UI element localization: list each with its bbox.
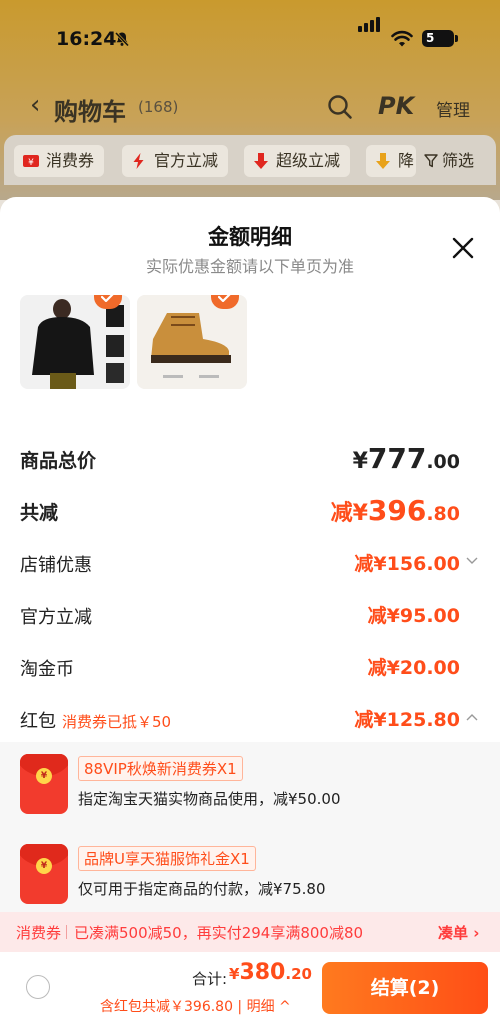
- down-arrow-icon: [254, 153, 268, 169]
- filter-chip-drop[interactable]: 降: [366, 145, 416, 177]
- search-icon[interactable]: [327, 94, 353, 120]
- price-drop-icon: [376, 153, 390, 169]
- redpack-item: ¥ 品牌U享天猫服饰礼金X1 仅可用于指定商品的付款，减¥75.80: [20, 844, 480, 906]
- filter-chip-label: 超级立减: [276, 151, 341, 170]
- filter-button[interactable]: 筛选: [422, 145, 475, 177]
- redpack-item: ¥ 88VIP秋焕新消费券X1 指定淘宝天猫实物商品使用，减¥50.00: [20, 754, 480, 816]
- pk-button[interactable]: PK: [378, 92, 414, 120]
- row-redpack[interactable]: 红包 消费券已抵￥50 减¥125.80: [20, 705, 478, 735]
- official-discount-value: 减¥95.00: [367, 605, 460, 627]
- chevron-down-icon: [466, 557, 478, 564]
- jacket-image: [20, 295, 130, 389]
- filter-chip-label: 消费券: [46, 151, 95, 170]
- redpack-desc: 仅可用于指定商品的付款，减¥75.80: [78, 880, 326, 898]
- checkout-button[interactable]: 结算(2): [322, 962, 488, 1014]
- store-discount-value: 减¥156.00: [354, 553, 460, 575]
- promo-divider: [66, 925, 67, 939]
- row-label: 共减: [20, 502, 59, 524]
- promo-text: 已凑满500减50，再实付294享满800减80: [74, 924, 364, 942]
- row-label: 淘金币: [20, 659, 74, 680]
- sheet-title: 金额明细: [208, 225, 292, 249]
- total-reduce-value: 减¥396.80: [330, 494, 460, 527]
- redpack-note: 消费券已抵￥50: [62, 713, 172, 731]
- row-official-discount: 官方立减 减¥95.00: [20, 601, 460, 631]
- row-label: 红包 消费券已抵￥50: [20, 711, 172, 732]
- filter-chip-label: 降: [398, 151, 415, 170]
- redpack-list: ¥ 88VIP秋焕新消费券X1 指定淘宝天猫实物商品使用，减¥50.00 ¥ 品…: [0, 742, 500, 912]
- product-thumbnail-boots[interactable]: [137, 295, 247, 389]
- filter-chip-super[interactable]: 超级立减: [244, 145, 351, 177]
- chevron-up-icon: [466, 714, 478, 721]
- mute-bell-icon: [114, 31, 130, 47]
- red-envelope-icon: ¥: [20, 754, 68, 814]
- back-icon[interactable]: ‹: [30, 90, 40, 120]
- sheet-subtitle: 实际优惠金额请以下单页为准: [145, 257, 354, 276]
- cart-count: (168): [138, 98, 179, 116]
- total-label: 合计:: [192, 970, 228, 988]
- close-icon[interactable]: [450, 235, 476, 261]
- total-price-value: ¥777.00: [352, 442, 460, 475]
- row-coins: 淘金币 减¥20.00: [20, 653, 460, 683]
- row-label: 商品总价: [20, 450, 97, 472]
- svg-text:¥: ¥: [28, 158, 34, 168]
- cart-nav-bar: ‹ 购物车 (168) PK 管理: [0, 84, 500, 130]
- lightning-icon: [133, 153, 144, 169]
- battery-icon: 5: [422, 30, 458, 47]
- select-all-radio[interactable]: [26, 975, 50, 999]
- redpack-tag: 品牌U享天猫服饰礼金X1: [78, 846, 256, 871]
- funnel-icon: [424, 154, 438, 168]
- status-time: 16:24: [56, 28, 117, 50]
- red-envelope-icon: ¥: [20, 844, 68, 904]
- checkout-bar: 合计: ¥380.20 含红包共减￥396.80 | 明细 ^ 结算(2): [0, 954, 500, 1020]
- promo-label: 消费券: [16, 924, 62, 942]
- product-thumbnail-jacket[interactable]: [20, 295, 130, 389]
- coupon-icon: ¥: [23, 155, 39, 168]
- filter-chip-official[interactable]: 官方立减: [122, 145, 229, 177]
- amount-detail-sheet: 金额明细 实际优惠金额请以下单页为准 商品总价 ¥777.00 共减 减¥396…: [0, 197, 500, 1020]
- wifi-icon: [391, 30, 413, 47]
- manage-button[interactable]: 管理: [436, 96, 470, 121]
- row-total-price: 商品总价 ¥777.00: [20, 442, 460, 480]
- filter-button-label: 筛选: [442, 151, 475, 170]
- row-label: 店铺优惠: [20, 555, 92, 576]
- total-amount: ¥380.20: [229, 960, 312, 985]
- redpack-value: 减¥125.80: [354, 709, 460, 731]
- redpack-desc: 指定淘宝天猫实物商品使用，减¥50.00: [78, 790, 341, 808]
- filter-bar: ¥ 消费券 官方立减 超级立减 降 筛选: [4, 135, 496, 185]
- coupon-promo-bar: 消费券 已凑满500减50，再实付294享满800减80 凑单 ›: [0, 912, 500, 952]
- filter-chip-coupon[interactable]: ¥ 消费券: [14, 145, 105, 177]
- coins-value: 减¥20.00: [367, 657, 460, 679]
- page-title: 购物车: [54, 98, 126, 126]
- redpack-tag: 88VIP秋焕新消费券X1: [78, 756, 243, 781]
- status-bar: 16:24 5: [0, 0, 500, 70]
- detail-toggle[interactable]: 含红包共减￥396.80 | 明细 ^: [100, 996, 291, 1016]
- row-store-discount[interactable]: 店铺优惠 减¥156.00: [20, 549, 478, 579]
- add-items-link[interactable]: 凑单 ›: [438, 922, 479, 943]
- filter-chip-label: 官方立减: [154, 151, 219, 170]
- row-label: 官方立减: [20, 607, 92, 628]
- row-total-reduce: 共减 减¥396.80: [20, 494, 460, 532]
- boots-image: [137, 295, 247, 389]
